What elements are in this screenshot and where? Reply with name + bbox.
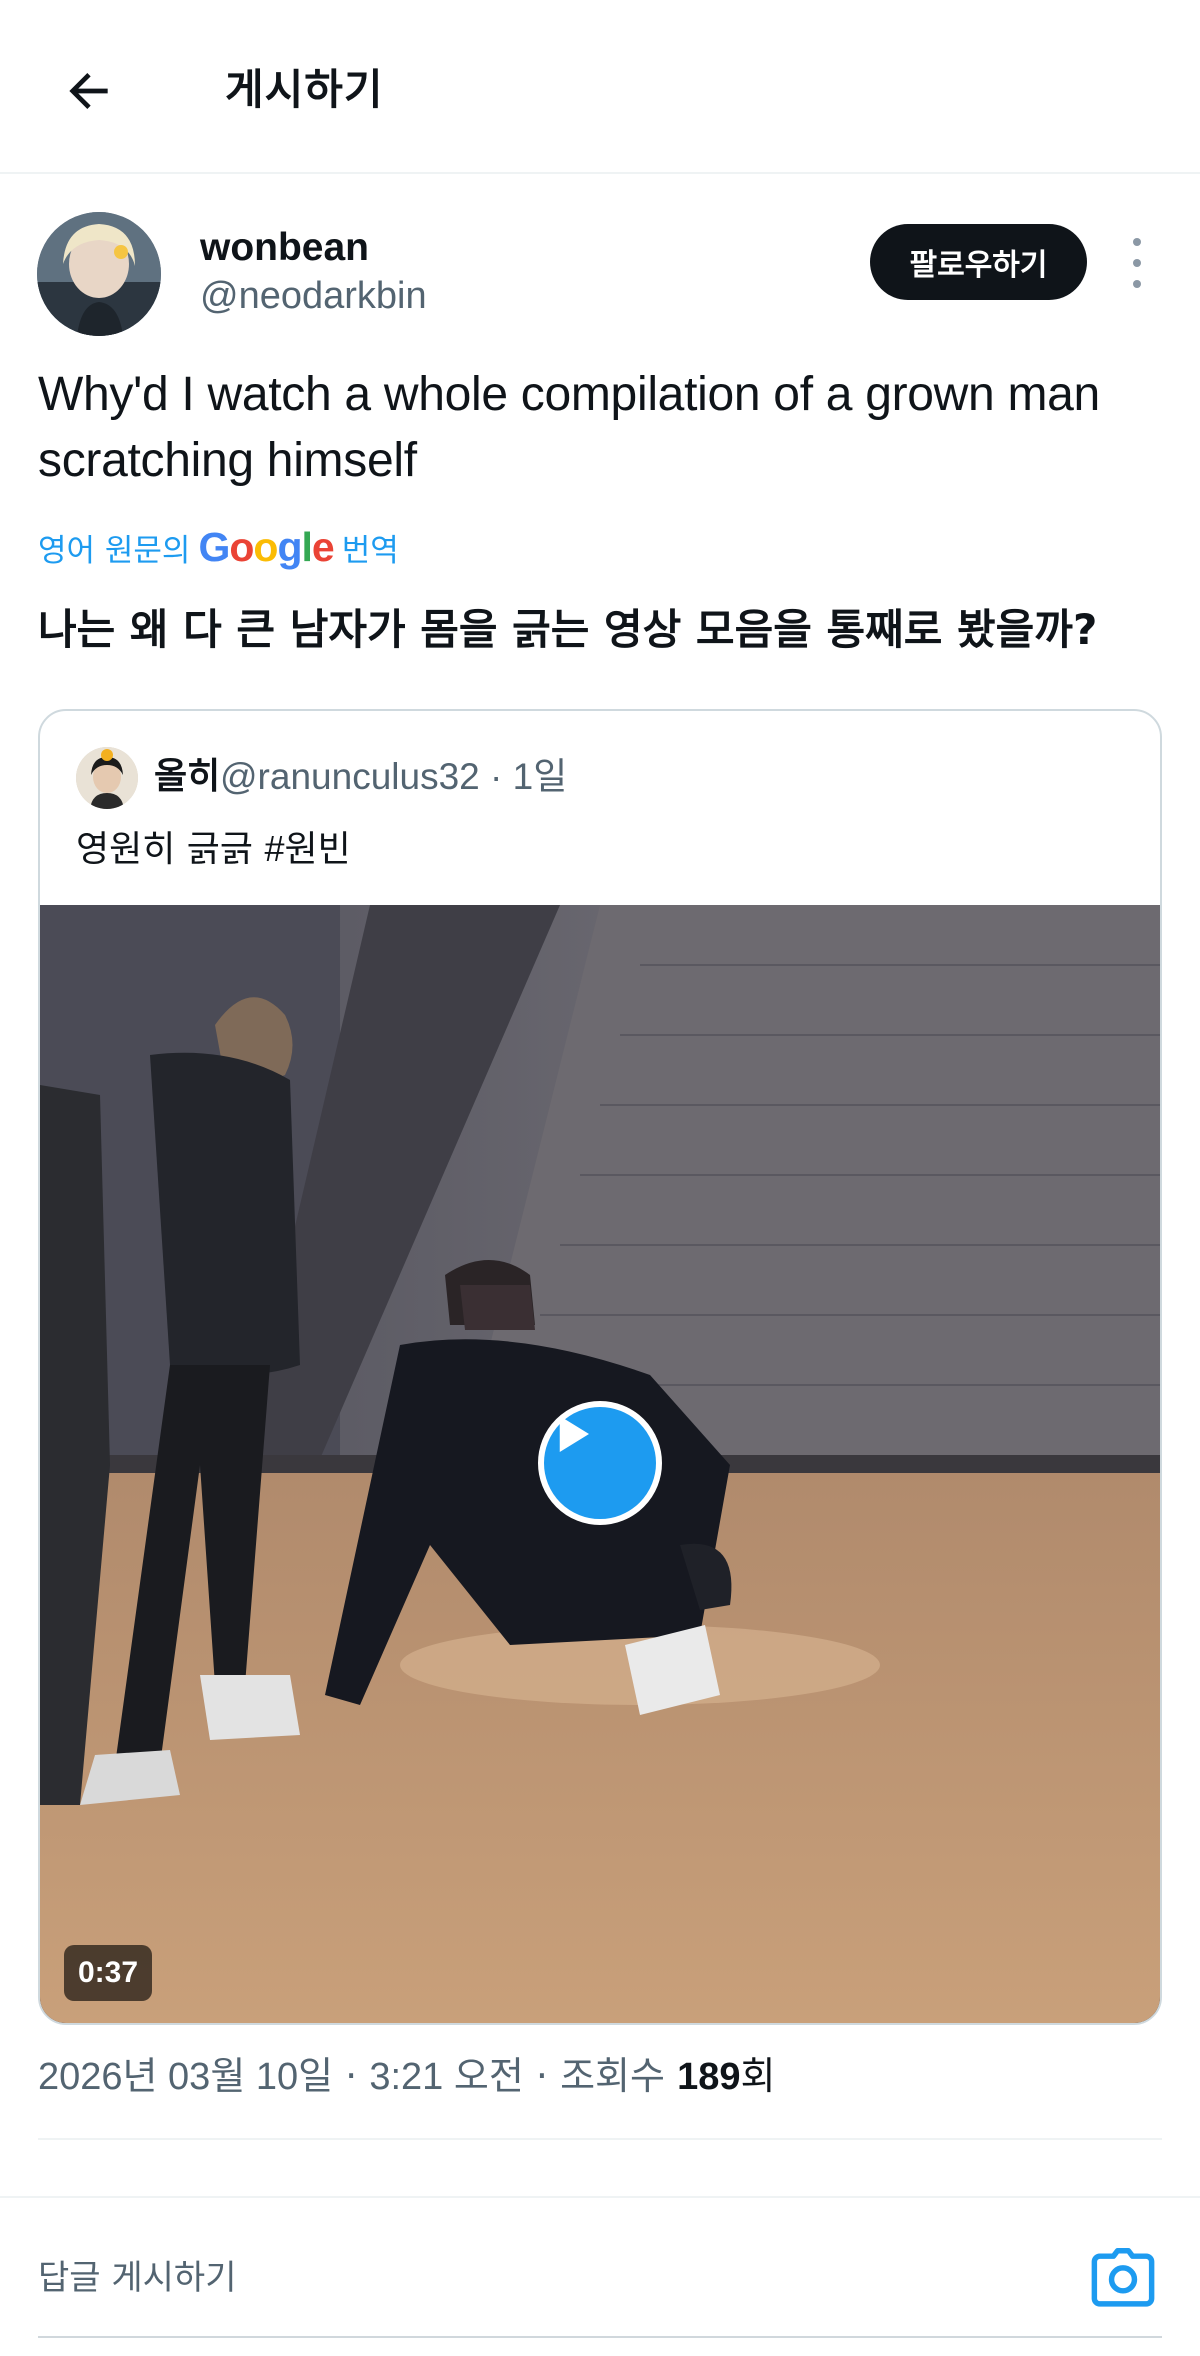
camera-button[interactable]: [1090, 2248, 1156, 2308]
meta-separator: ·: [535, 2054, 548, 2098]
post-time: 3:21 오전: [369, 2056, 524, 2098]
meta-separator: ·: [345, 2054, 358, 2098]
quoted-author-handle: @ranunculus32: [220, 756, 480, 797]
translate-suffix: 번역: [341, 532, 399, 569]
quoted-author-name: 올히: [154, 756, 221, 797]
divider: [38, 2138, 1162, 2140]
translate-prefix: 영어 원문의: [38, 532, 191, 569]
quoted-post-time: · 1일: [490, 756, 568, 797]
translation-attribution[interactable]: 영어 원문의 Google 번역: [38, 522, 399, 572]
post-date: 2026년 03월 10일: [38, 2056, 334, 2098]
tweet-text: Why'd I watch a whole compilation of a g…: [38, 368, 1100, 487]
camera-icon: [1091, 2248, 1155, 2307]
play-button[interactable]: [538, 1401, 662, 1525]
views-suffix: 회: [740, 2054, 776, 2098]
video-player[interactable]: 0:37: [40, 905, 1160, 2023]
follow-button[interactable]: 팔로우하기: [870, 224, 1087, 300]
page-title: 게시하기: [225, 65, 384, 114]
hashtag-link[interactable]: #원빈: [265, 828, 351, 869]
reply-underline: [38, 2336, 1162, 2338]
arrow-left-icon: [69, 73, 108, 109]
quoted-tweet-text: 영원히 긁긁 #원빈: [76, 821, 351, 878]
quoted-author-handle-time: @ranunculus32 · 1일: [220, 753, 567, 801]
google-logo: Google: [198, 523, 334, 570]
translated-text: 나는 왜 다 큰 남자가 몸을 긁는 영상 모음을 통째로 봤을까?: [38, 605, 1098, 654]
top-app-bar: 게시하기: [0, 0, 1200, 174]
author-display-name[interactable]: wonbean: [200, 224, 369, 272]
tweet-author-row: wonbean @neodarkbin 팔로우하기: [0, 200, 1200, 350]
play-icon: [559, 1416, 589, 1452]
tweet-meta: 2026년 03월 10일 · 3:21 오전 · 조회수 189회: [38, 2046, 775, 2107]
quoted-author-avatar: [76, 747, 138, 809]
author-avatar[interactable]: [37, 212, 161, 336]
views-count[interactable]: 189: [677, 2056, 740, 2098]
quoted-text-body: 영원히 긁긁: [76, 829, 254, 870]
reply-composer-bar: 답글 게시하기: [0, 2196, 1200, 2356]
author-handle[interactable]: @neodarkbin: [200, 272, 427, 320]
reply-input[interactable]: 답글 게시하기: [38, 2254, 237, 2302]
back-button[interactable]: [54, 56, 124, 126]
quoted-tweet-card[interactable]: 올히 @ranunculus32 · 1일 영원히 긁긁 #원빈 0:37: [38, 709, 1162, 2025]
views-label: 조회수: [560, 2054, 665, 2098]
video-duration-badge: 0:37: [64, 1945, 153, 2001]
more-vertical-icon[interactable]: [1120, 238, 1154, 288]
